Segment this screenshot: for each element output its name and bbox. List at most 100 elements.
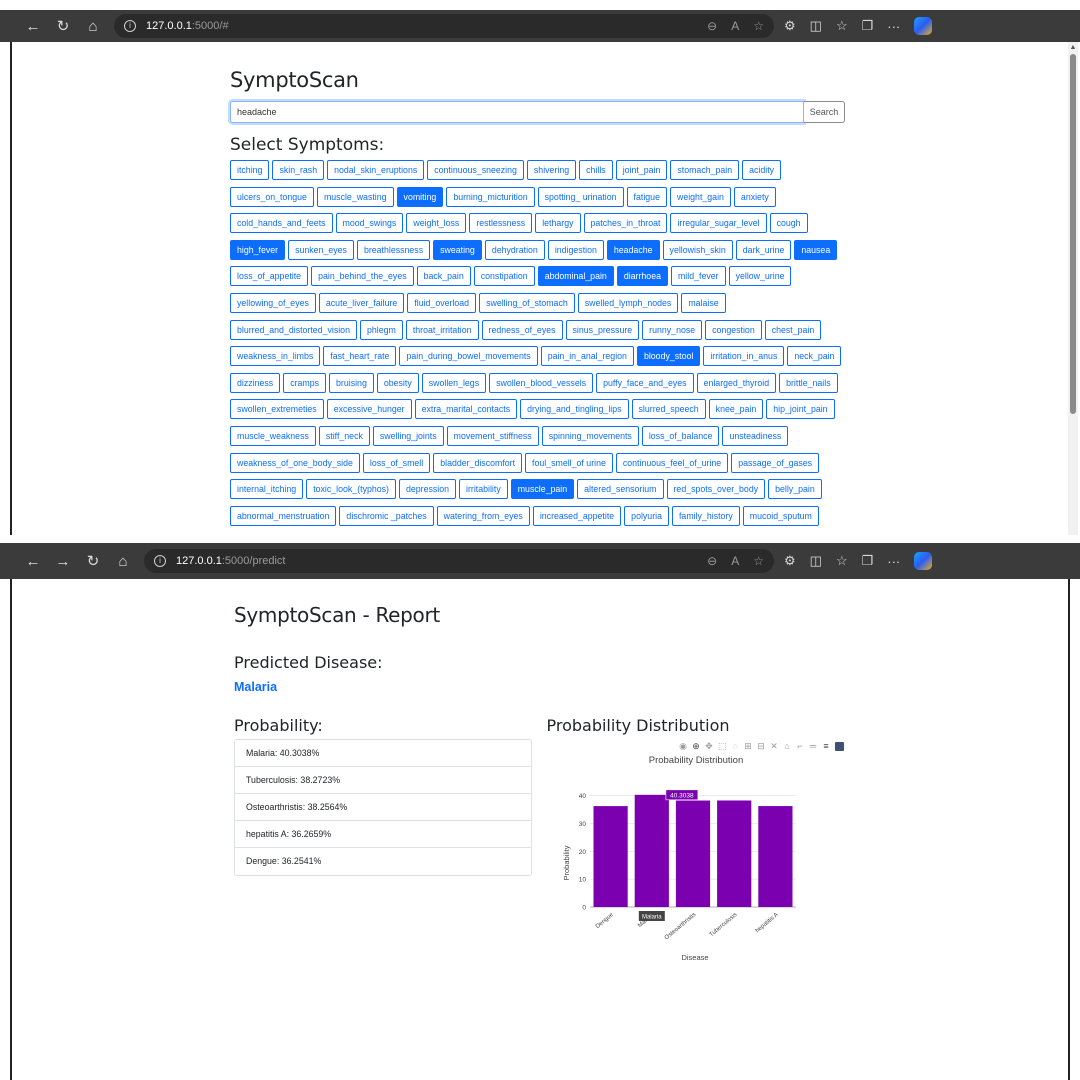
symptom-button[interactable]: foul_smell_of urine	[525, 452, 613, 473]
symptom-button[interactable]: bladder_discomfort	[433, 452, 523, 473]
symptom-button[interactable]: abnormal_menstruation	[230, 505, 337, 526]
symptom-button[interactable]: runny_nose	[642, 319, 703, 340]
symptom-button[interactable]: swollen_extremeties	[230, 399, 324, 420]
symptom-button[interactable]: dischromic _patches	[339, 505, 434, 526]
symptom-button[interactable]: yellowing_of_eyes	[230, 292, 316, 313]
symptom-button[interactable]: itching	[230, 160, 270, 180]
address-bar[interactable]: i 127.0.0.1:5000/# ⊖ A ☆	[114, 14, 774, 38]
symptom-button[interactable]: indigestion	[547, 239, 604, 260]
symptom-button[interactable]: drying_and_tingling_lips	[520, 399, 629, 420]
symptom-button[interactable]: shivering	[526, 160, 577, 180]
symptom-button[interactable]: excessive_hunger	[326, 399, 412, 420]
favorites-icon[interactable]: ☆	[836, 553, 848, 569]
address-bar[interactable]: i 127.0.0.1:5000/predict ⊖ A ☆	[144, 549, 774, 573]
lasso-icon[interactable]: ◌	[731, 741, 739, 751]
hover-compare-icon[interactable]: ≡	[822, 741, 830, 751]
back-icon[interactable]: ←	[18, 18, 48, 35]
symptom-button[interactable]: constipation	[473, 266, 535, 287]
extensions-icon[interactable]: ⚙	[784, 553, 796, 569]
home-icon[interactable]: ⌂	[108, 553, 138, 570]
spike-lines-icon[interactable]: ⌐	[796, 741, 804, 751]
symptom-button[interactable]: dehydration	[484, 239, 545, 260]
symptom-button[interactable]: ulcers_on_tongue	[230, 186, 314, 207]
favorites-icon[interactable]: ☆	[836, 18, 848, 34]
favorite-star-icon[interactable]: ☆	[753, 19, 764, 33]
symptom-button[interactable]: family_history	[671, 505, 740, 526]
symptom-button[interactable]: irritability	[459, 479, 508, 500]
site-info-icon[interactable]: i	[124, 20, 136, 32]
symptom-button[interactable]: restlessness	[469, 213, 533, 234]
more-icon[interactable]: ···	[887, 19, 900, 34]
symptom-button[interactable]: nodal_skin_eruptions	[327, 160, 425, 180]
symptom-button[interactable]: throat_irritation	[405, 319, 479, 340]
read-aloud-icon[interactable]: A	[731, 554, 739, 568]
symptom-button[interactable]: phlegm	[359, 319, 403, 340]
favorite-star-icon[interactable]: ☆	[753, 554, 764, 568]
symptom-button[interactable]: obesity	[376, 372, 419, 393]
symptom-button[interactable]: puffy_face_and_eyes	[596, 372, 694, 393]
scrollbar-thumb[interactable]	[1070, 54, 1076, 414]
search-button[interactable]: Search	[804, 101, 845, 123]
site-info-icon[interactable]: i	[154, 555, 166, 567]
scrollbar[interactable]: ▲	[1068, 42, 1078, 535]
symptom-button[interactable]: mood_swings	[335, 213, 404, 234]
symptom-button[interactable]: movement_stiffness	[446, 425, 539, 446]
symptom-button[interactable]: fast_heart_rate	[323, 346, 397, 367]
symptom-button[interactable]: pain_in_anal_region	[540, 346, 634, 367]
symptom-button[interactable]: dizziness	[230, 372, 281, 393]
symptom-button[interactable]: bruising	[329, 372, 374, 393]
reload-icon[interactable]: ↻	[78, 552, 108, 570]
symptom-button[interactable]: fatigue	[626, 186, 667, 207]
symptom-button[interactable]: weakness_of_one_body_side	[230, 452, 360, 473]
symptom-button[interactable]: skin_rash	[272, 160, 325, 180]
back-icon[interactable]: ←	[18, 553, 48, 570]
collections-icon[interactable]: ❐	[862, 553, 874, 569]
forward-icon[interactable]: →	[48, 553, 78, 570]
autoscale-icon[interactable]: ✕	[770, 741, 778, 752]
symptom-button[interactable]: anxiety	[733, 186, 776, 207]
symptom-button[interactable]: nausea	[794, 239, 838, 260]
symptom-button[interactable]: muscle_weakness	[230, 425, 316, 446]
reload-icon[interactable]: ↻	[48, 17, 78, 35]
symptom-button[interactable]: joint_pain	[615, 160, 668, 180]
more-icon[interactable]: ···	[887, 554, 900, 569]
chart-bar[interactable]	[635, 794, 670, 907]
symptom-button[interactable]: mucoid_sputum	[742, 505, 819, 526]
symptom-button[interactable]: hip_joint_pain	[766, 399, 835, 420]
symptom-button[interactable]: malaise	[681, 292, 726, 313]
chart-bar[interactable]	[676, 800, 711, 907]
symptom-button[interactable]: cramps	[283, 372, 327, 393]
symptom-button[interactable]: continuous_sneezing	[427, 160, 524, 180]
symptom-button[interactable]: swollen_blood_vessels	[489, 372, 594, 393]
symptom-button[interactable]: spinning_movements	[541, 425, 639, 446]
split-screen-icon[interactable]: ◫	[810, 18, 822, 34]
read-aloud-icon[interactable]: A	[731, 19, 739, 33]
symptom-button[interactable]: altered_sensorium	[577, 479, 664, 500]
symptom-button[interactable]: depression	[398, 479, 457, 500]
symptom-button[interactable]: patches_in_throat	[583, 213, 668, 234]
symptom-button[interactable]: muscle_pain	[510, 479, 575, 500]
scroll-up-icon[interactable]: ▲	[1069, 44, 1077, 51]
symptom-button[interactable]: enlarged_thyroid	[696, 372, 777, 393]
hover-closest-icon[interactable]: ═	[809, 741, 817, 751]
chart-bar[interactable]	[593, 806, 629, 907]
symptom-button[interactable]: continuous_feel_of_urine	[615, 452, 729, 473]
symptom-button[interactable]: fluid_overload	[407, 292, 477, 313]
symptom-button[interactable]: bloody_stool	[636, 346, 701, 367]
symptom-button[interactable]: lethargy	[535, 213, 581, 234]
symptom-button[interactable]: cold_hands_and_feets	[230, 213, 333, 234]
symptom-button[interactable]: chills	[579, 160, 613, 180]
symptom-button[interactable]: brittle_nails	[779, 372, 838, 393]
symptom-button[interactable]: weakness_in_limbs	[230, 346, 321, 367]
symptom-button[interactable]: congestion	[705, 319, 762, 340]
symptom-button[interactable]: muscle_wasting	[316, 186, 394, 207]
symptom-button[interactable]: yellowish_skin	[662, 239, 733, 260]
symptom-button[interactable]: pain_behind_the_eyes	[311, 266, 414, 287]
symptom-button[interactable]: diarrhoea	[616, 266, 668, 287]
zoom-out-icon[interactable]: ⊖	[707, 19, 717, 33]
split-screen-icon[interactable]: ◫	[810, 553, 822, 569]
symptom-button[interactable]: yellow_urine	[728, 266, 792, 287]
symptom-button[interactable]: abdominal_pain	[537, 266, 614, 287]
symptom-button[interactable]: weight_gain	[669, 186, 731, 207]
symptom-button[interactable]: knee_pain	[708, 399, 764, 420]
